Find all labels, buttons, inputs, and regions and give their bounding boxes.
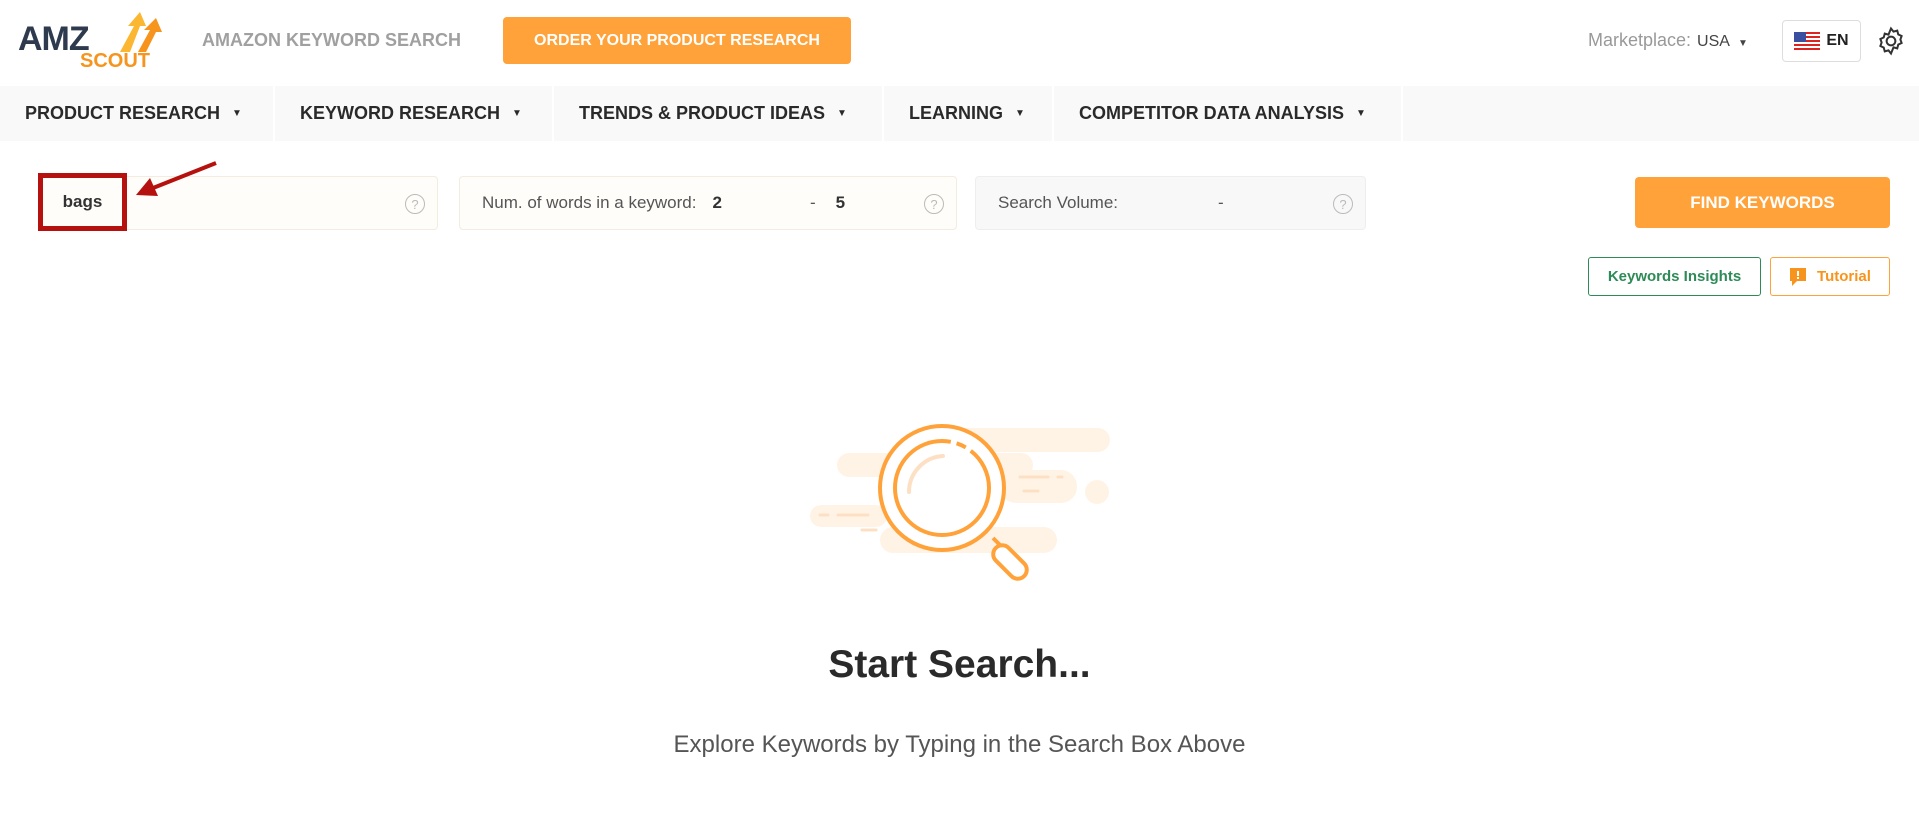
- logo-arrows-icon: [120, 12, 162, 52]
- us-flag-icon: [1794, 32, 1821, 50]
- annotation-arrow-icon: [136, 161, 217, 196]
- words-min-input[interactable]: 2: [712, 193, 721, 213]
- nav-keyword-research[interactable]: KEYWORD RESEARCH ▼: [275, 86, 554, 141]
- help-icon[interactable]: ?: [405, 194, 425, 214]
- empty-state-title: Start Search...: [828, 643, 1091, 686]
- caret-down-icon: ▼: [1356, 108, 1366, 119]
- order-research-button[interactable]: ORDER YOUR PRODUCT RESEARCH: [503, 17, 851, 64]
- words-max-input[interactable]: 5: [836, 193, 845, 213]
- caret-down-icon: ▼: [837, 108, 847, 119]
- help-icon[interactable]: ?: [924, 194, 944, 214]
- search-volume-value[interactable]: -: [1218, 193, 1224, 213]
- find-keywords-button[interactable]: FIND KEYWORDS: [1635, 177, 1890, 228]
- nav-product-research[interactable]: PRODUCT RESEARCH ▼: [0, 86, 275, 141]
- caret-down-icon: ▼: [512, 108, 522, 119]
- nav-competitor-data-analysis[interactable]: COMPETITOR DATA ANALYSIS ▼: [1054, 86, 1403, 141]
- main-nav: PRODUCT RESEARCH ▼ KEYWORD RESEARCH ▼ TREN…: [0, 86, 1919, 141]
- keyword-value-highlight[interactable]: bags: [38, 173, 127, 231]
- words-count-filter[interactable]: Num. of words in a keyword: 2 - 5 ?: [459, 176, 957, 230]
- language-button[interactable]: EN: [1782, 20, 1861, 62]
- keywords-insights-button[interactable]: Keywords Insights: [1588, 257, 1761, 296]
- caret-down-icon: ▼: [232, 108, 242, 119]
- marketplace-selector[interactable]: Marketplace: USA ▼: [1588, 30, 1748, 51]
- help-icon[interactable]: ?: [1333, 194, 1353, 214]
- page-title: AMAZON KEYWORD SEARCH: [202, 30, 461, 50]
- chat-bubble-icon: [1790, 267, 1807, 286]
- magnifier-illustration-icon: [810, 424, 1110, 581]
- nav-learning[interactable]: LEARNING ▼: [884, 86, 1054, 141]
- caret-down-icon: ▼: [1015, 108, 1025, 119]
- search-volume-filter[interactable]: Search Volume: - ?: [975, 176, 1366, 230]
- gear-icon[interactable]: [1876, 26, 1906, 56]
- amzscout-logo[interactable]: AMZ SCOUT: [18, 12, 168, 74]
- caret-down-icon: ▼: [1737, 38, 1748, 49]
- nav-trends-product-ideas[interactable]: TRENDS & PRODUCT IDEAS ▼: [554, 86, 884, 141]
- tutorial-button[interactable]: Tutorial: [1770, 257, 1890, 296]
- empty-state-subtitle: Explore Keywords by Typing in the Search…: [673, 731, 1246, 758]
